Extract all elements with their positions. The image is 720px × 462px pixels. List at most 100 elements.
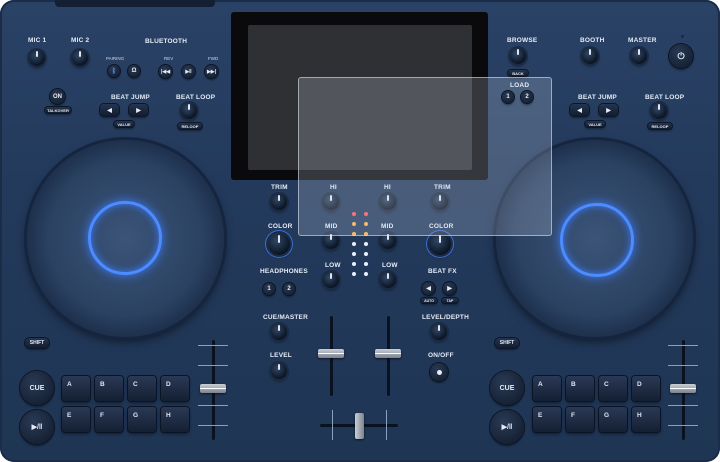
fx-prev-button[interactable]: ◀ [422, 282, 435, 295]
pad-right-e[interactable]: E [533, 407, 561, 432]
power-button[interactable]: ⏻ [669, 44, 693, 68]
headphone-cue-2[interactable]: 2 [283, 283, 295, 295]
arrow-left-icon: ◀ [577, 107, 582, 114]
browse-label: BROWSE [507, 37, 538, 44]
fx-next-button[interactable]: ▶ [443, 282, 456, 295]
booth-knob[interactable] [582, 48, 598, 64]
mic1-knob[interactable] [29, 50, 45, 66]
beat-jump-back-right[interactable]: ◀ [570, 104, 589, 116]
color-label-left: COLOR [268, 223, 293, 230]
value-button-right[interactable]: VALUE [585, 121, 605, 127]
fx-on-off-button[interactable] [430, 363, 448, 381]
fx-tap-button[interactable]: TAP [442, 298, 458, 303]
cue-button-right[interactable]: CUE [490, 371, 524, 405]
talkover-label: TALKOVER [47, 107, 69, 113]
cue-label-left: CUE [29, 384, 45, 392]
shift-button-left[interactable]: SHIFT [25, 338, 49, 348]
tempo-fader-right[interactable] [670, 384, 696, 393]
pad-label: B [571, 381, 576, 388]
reloop-button-left[interactable]: RELOOP [178, 123, 202, 129]
cue-label-right: CUE [499, 384, 515, 392]
pad-left-h[interactable]: H [161, 407, 189, 432]
shift-button-right[interactable]: SHIFT [495, 338, 519, 348]
tempo-fader-left[interactable] [200, 384, 226, 393]
cue-master-knob[interactable] [271, 324, 287, 340]
rev-button[interactable]: |◀◀ [159, 65, 172, 78]
pad-label: F [100, 412, 104, 419]
jog-ring-light-left [88, 201, 162, 275]
headphone-level-knob[interactable] [271, 363, 287, 379]
play-pause-icon-right: ▶/‖ [501, 424, 513, 431]
hp-cue-label: 1 [267, 286, 271, 292]
headphone-button[interactable]: Ω [128, 65, 140, 77]
load-overlay-panel [298, 77, 552, 236]
fx-auto-button[interactable]: AUTO [421, 298, 437, 303]
arrow-right-icon: ▶ [447, 286, 452, 292]
back-button[interactable]: BACK [508, 70, 528, 76]
tempo-tick [668, 345, 698, 346]
mic-on-label: ON [53, 93, 62, 100]
crossfader[interactable] [355, 413, 364, 439]
beat-jump-back-left[interactable]: ◀ [100, 104, 119, 116]
channel-fader-right[interactable] [375, 349, 401, 358]
pad-left-c[interactable]: C [128, 376, 156, 401]
level-depth-label: LEVEL/DEPTH [422, 314, 469, 321]
play-pause-bt-button[interactable]: ▶‖ [182, 65, 195, 78]
value-button-left[interactable]: VALUE [114, 121, 134, 127]
beat-jump-fwd-right[interactable]: ▶ [599, 104, 618, 116]
pad-right-a[interactable]: A [533, 376, 561, 401]
color-knob-left[interactable] [268, 233, 290, 255]
arrow-left-icon: ◀ [107, 107, 112, 114]
bluetooth-pairing-button[interactable]: ᛒ [108, 65, 120, 77]
pad-label: G [133, 412, 139, 419]
pad-right-d[interactable]: D [632, 376, 660, 401]
play-pause-icon: ▶‖ [185, 68, 192, 75]
load-deck-2-button[interactable]: 2 [521, 91, 533, 103]
level-depth-knob[interactable] [431, 324, 447, 340]
low-knob-right[interactable] [380, 272, 396, 288]
pad-label: G [604, 412, 610, 419]
pad-label: E [67, 412, 72, 419]
pad-left-g[interactable]: G [128, 407, 156, 432]
beat-loop-label-right: BEAT LOOP [645, 94, 685, 101]
headphone-cue-1[interactable]: 1 [263, 283, 275, 295]
play-pause-button-left[interactable]: ▶/‖ [20, 410, 54, 444]
load-deck-1-button[interactable]: 1 [502, 91, 514, 103]
channel-fader-left[interactable] [318, 349, 344, 358]
beat-loop-label-left: BEAT LOOP [176, 94, 216, 101]
pad-left-e[interactable]: E [62, 407, 90, 432]
pad-left-d[interactable]: D [161, 376, 189, 401]
meter-led [352, 262, 356, 266]
pad-right-f[interactable]: F [566, 407, 594, 432]
pad-right-c[interactable]: C [599, 376, 627, 401]
beat-jump-fwd-left[interactable]: ▶ [129, 104, 148, 116]
rear-connector-strip [55, 0, 215, 7]
browse-knob[interactable] [510, 48, 526, 64]
cue-button-left[interactable]: CUE [20, 371, 54, 405]
reloop-label-left: RELOOP [181, 123, 199, 129]
color-knob-right[interactable] [429, 233, 451, 255]
beat-fx-label: BEAT FX [428, 268, 457, 275]
trim-label-left: TRIM [271, 184, 288, 191]
trim-knob-left[interactable] [271, 194, 287, 210]
mic-on-button[interactable]: ON [50, 89, 65, 104]
meter-led [364, 252, 368, 256]
talkover-button[interactable]: TALKOVER [45, 107, 71, 113]
pad-right-b[interactable]: B [566, 376, 594, 401]
shift-label-left: SHIFT [29, 340, 45, 346]
auto-label: AUTO [424, 298, 434, 303]
mic2-knob[interactable] [72, 50, 88, 66]
beat-loop-knob-left[interactable] [181, 103, 197, 119]
pad-left-a[interactable]: A [62, 376, 90, 401]
pad-right-g[interactable]: G [599, 407, 627, 432]
pad-right-h[interactable]: H [632, 407, 660, 432]
beat-loop-knob-right[interactable] [651, 103, 667, 119]
fwd-button[interactable]: ▶▶| [205, 65, 218, 78]
pad-left-f[interactable]: F [95, 407, 123, 432]
headphones-label: HEADPHONES [260, 268, 308, 275]
pad-left-b[interactable]: B [95, 376, 123, 401]
play-pause-button-right[interactable]: ▶/‖ [490, 410, 524, 444]
master-knob[interactable] [631, 48, 647, 64]
low-knob-left[interactable] [323, 272, 339, 288]
reloop-button-right[interactable]: RELOOP [648, 123, 672, 129]
